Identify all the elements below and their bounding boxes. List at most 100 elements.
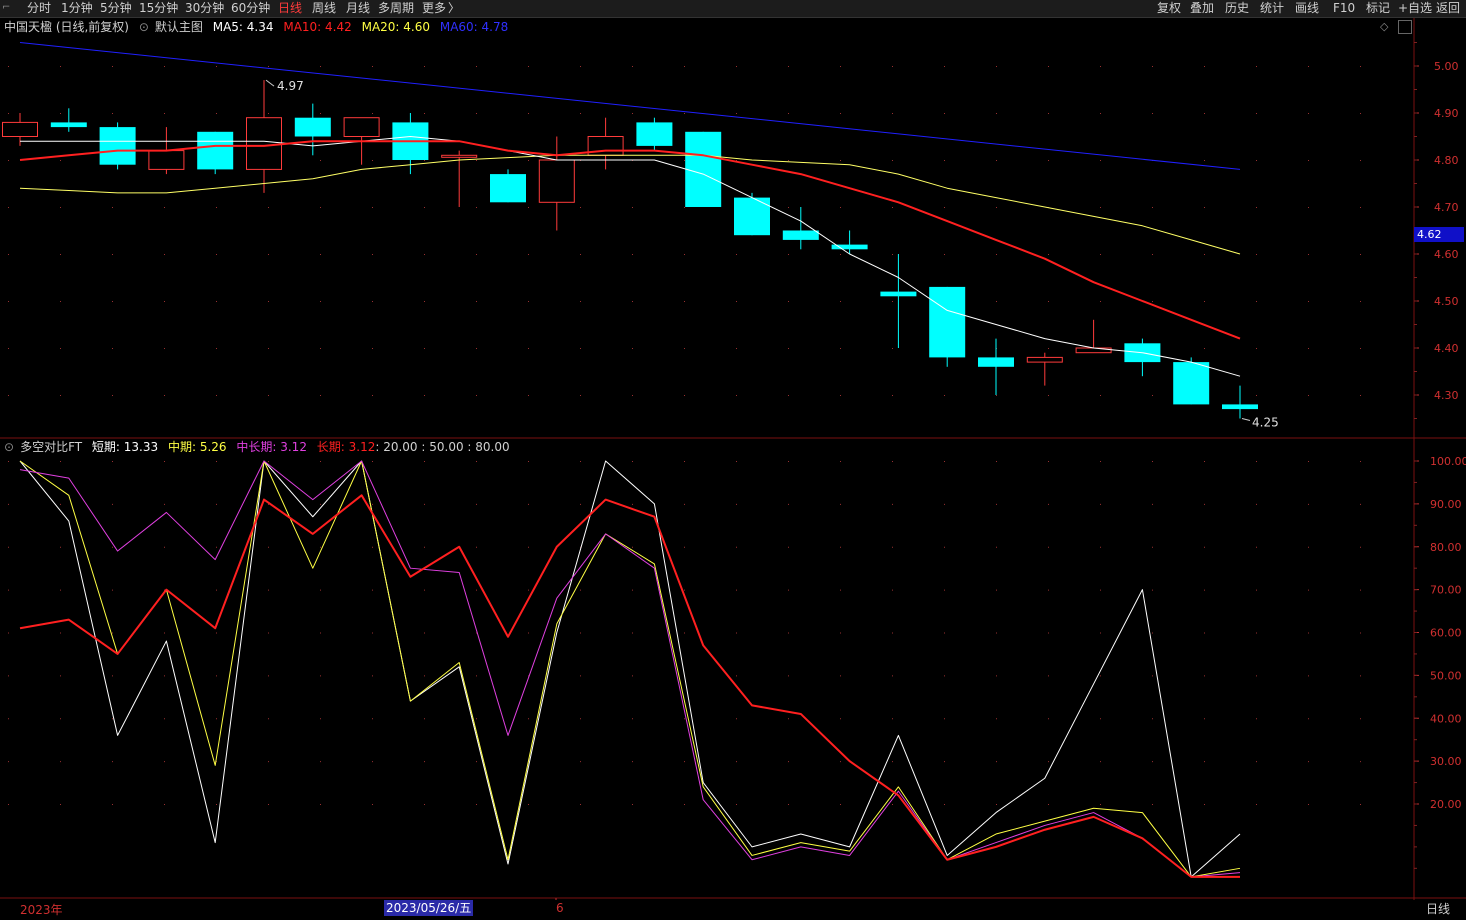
sub-grid-dot bbox=[1256, 546, 1257, 548]
period-label[interactable]: 日线 bbox=[1426, 900, 1450, 917]
sub-grid-dot bbox=[320, 804, 321, 805]
toolbar-tool-0[interactable]: 复权 bbox=[1157, 0, 1181, 17]
sub-grid-dot bbox=[944, 461, 945, 462]
toolbar-period-10[interactable]: 更多 bbox=[422, 0, 446, 17]
toolbar-period-7[interactable]: 周线 bbox=[312, 0, 336, 17]
sub-grid-dot bbox=[788, 675, 789, 677]
toolbar-period-9[interactable]: 多周期 bbox=[378, 0, 414, 17]
toolbar-period-1[interactable]: 1分钟 bbox=[61, 0, 93, 17]
price-grid-dot bbox=[112, 395, 113, 396]
sub-grid-dot bbox=[216, 718, 217, 720]
price-grid-dot bbox=[112, 254, 113, 255]
toolbar-tool-1[interactable]: 叠加 bbox=[1190, 0, 1214, 17]
price-grid-dot bbox=[268, 348, 269, 349]
sub-grid-dot bbox=[684, 804, 685, 805]
sub-grid-dot bbox=[424, 503, 425, 505]
sub-grid-dot bbox=[8, 675, 9, 677]
price-grid-dot bbox=[892, 66, 893, 67]
sub-tick-label: 90.00 bbox=[1430, 498, 1462, 511]
sub-grid-dot bbox=[944, 632, 945, 634]
candle-body-down bbox=[99, 127, 136, 165]
price-grid-dot bbox=[372, 254, 373, 255]
price-grid-dot bbox=[1204, 254, 1205, 255]
sub-grid-dot bbox=[372, 804, 373, 805]
sub-grid-dot bbox=[996, 546, 997, 548]
sub-grid-dot bbox=[60, 503, 61, 505]
sub-grid-dot bbox=[892, 546, 893, 548]
candle-body-down bbox=[636, 122, 673, 146]
sub-grid-dot bbox=[1308, 461, 1309, 462]
sub-grid-dot bbox=[892, 761, 893, 763]
toolbar-period-2[interactable]: 5分钟 bbox=[100, 0, 132, 17]
price-grid-dot bbox=[840, 301, 841, 302]
price-grid-dot bbox=[1152, 254, 1153, 255]
sub-grid-dot bbox=[1308, 546, 1309, 548]
sub-grid-dot bbox=[528, 589, 529, 591]
sub-grid-dot bbox=[216, 804, 217, 805]
price-grid-dot bbox=[580, 348, 581, 349]
sub-grid-dot bbox=[60, 675, 61, 677]
toolbar: ⌐ 分时 1分钟 5分钟 15分钟 30分钟 60分钟 日线 周线 月线 多周期 更多〉 复权 叠加 历史… bbox=[0, 0, 1466, 18]
price-grid-dot bbox=[164, 254, 165, 255]
price-grid-dot bbox=[1256, 160, 1257, 161]
sub-grid-dot bbox=[372, 632, 373, 634]
price-grid-dot bbox=[1308, 160, 1309, 161]
toolbar-tool-8[interactable]: 返回 bbox=[1436, 0, 1460, 17]
candle-body-down bbox=[978, 357, 1014, 367]
price-grid-dot bbox=[1204, 160, 1205, 161]
toolbar-tool-7[interactable]: +自选 bbox=[1398, 0, 1432, 17]
toolbar-period-5[interactable]: 60分钟 bbox=[231, 0, 270, 17]
price-grid-dot bbox=[840, 254, 841, 255]
sub-grid-dot bbox=[684, 761, 685, 763]
sub-grid-dot bbox=[1360, 804, 1361, 805]
toolbar-tool-2[interactable]: 历史 bbox=[1225, 0, 1249, 17]
sub-grid-dot bbox=[1360, 589, 1361, 591]
toolbar-tool-4[interactable]: 画线 bbox=[1295, 0, 1319, 17]
sub-grid-dot bbox=[580, 675, 581, 677]
price-grid-dot bbox=[1256, 301, 1257, 302]
sub-grid-dot bbox=[1152, 461, 1153, 462]
sub-grid-dot bbox=[528, 546, 529, 548]
toolbar-period-0[interactable]: 分时 bbox=[27, 0, 51, 17]
menu-corner-icon[interactable]: ⌐ bbox=[2, 2, 14, 14]
toolbar-period-4[interactable]: 30分钟 bbox=[185, 0, 224, 17]
toolbar-tool-3[interactable]: 统计 bbox=[1260, 0, 1284, 17]
candle-body-up bbox=[441, 154, 478, 158]
sub-grid-dot bbox=[892, 461, 893, 462]
price-grid-dot bbox=[1204, 207, 1205, 208]
chart-area[interactable]: 5.00 4.90 4.80 4.70 4.60 4.50 4.40 4.30 4.97 4.25… bbox=[0, 18, 1466, 900]
sub-grid-dot bbox=[788, 632, 789, 634]
price-grid-dot bbox=[892, 113, 893, 114]
sub-grid-dot bbox=[1048, 675, 1049, 677]
more-chevron-icon[interactable]: 〉 bbox=[448, 0, 460, 17]
sub-grid-dot bbox=[424, 461, 425, 462]
sub-grid-dot bbox=[476, 546, 477, 548]
price-grid-dot bbox=[8, 66, 9, 67]
price-grid-dot bbox=[1256, 348, 1257, 349]
toolbar-period-6[interactable]: 日线 bbox=[278, 0, 302, 17]
price-grid-dot bbox=[788, 254, 789, 255]
sub-grid-dot bbox=[840, 461, 841, 462]
sub-grid-dot bbox=[684, 589, 685, 591]
toolbar-period-3[interactable]: 15分钟 bbox=[139, 0, 178, 17]
sub-grid-dot bbox=[580, 461, 581, 462]
toolbar-tool-5[interactable]: F10 bbox=[1333, 0, 1355, 17]
sub-grid-dot bbox=[164, 503, 165, 505]
sub-grid-dot bbox=[268, 675, 269, 677]
price-grid-dot bbox=[944, 66, 945, 67]
price-grid-dot bbox=[1360, 254, 1361, 255]
sub-grid-dot bbox=[1048, 632, 1049, 634]
sub-grid-dot bbox=[944, 546, 945, 548]
toolbar-tool-6[interactable]: 标记 bbox=[1366, 0, 1390, 17]
price-grid-dot bbox=[424, 254, 425, 255]
sub-grid-dot bbox=[216, 461, 217, 462]
sub-grid-dot bbox=[996, 761, 997, 763]
sub-grid-dot bbox=[8, 503, 9, 505]
price-grid-dot bbox=[684, 301, 685, 302]
price-grid-dot bbox=[892, 348, 893, 349]
sub-grid-dot bbox=[8, 632, 9, 634]
price-grid-dot bbox=[372, 113, 373, 114]
sub-grid-dot bbox=[996, 718, 997, 720]
toolbar-period-8[interactable]: 月线 bbox=[346, 0, 370, 17]
price-grid-dot bbox=[1100, 395, 1101, 396]
